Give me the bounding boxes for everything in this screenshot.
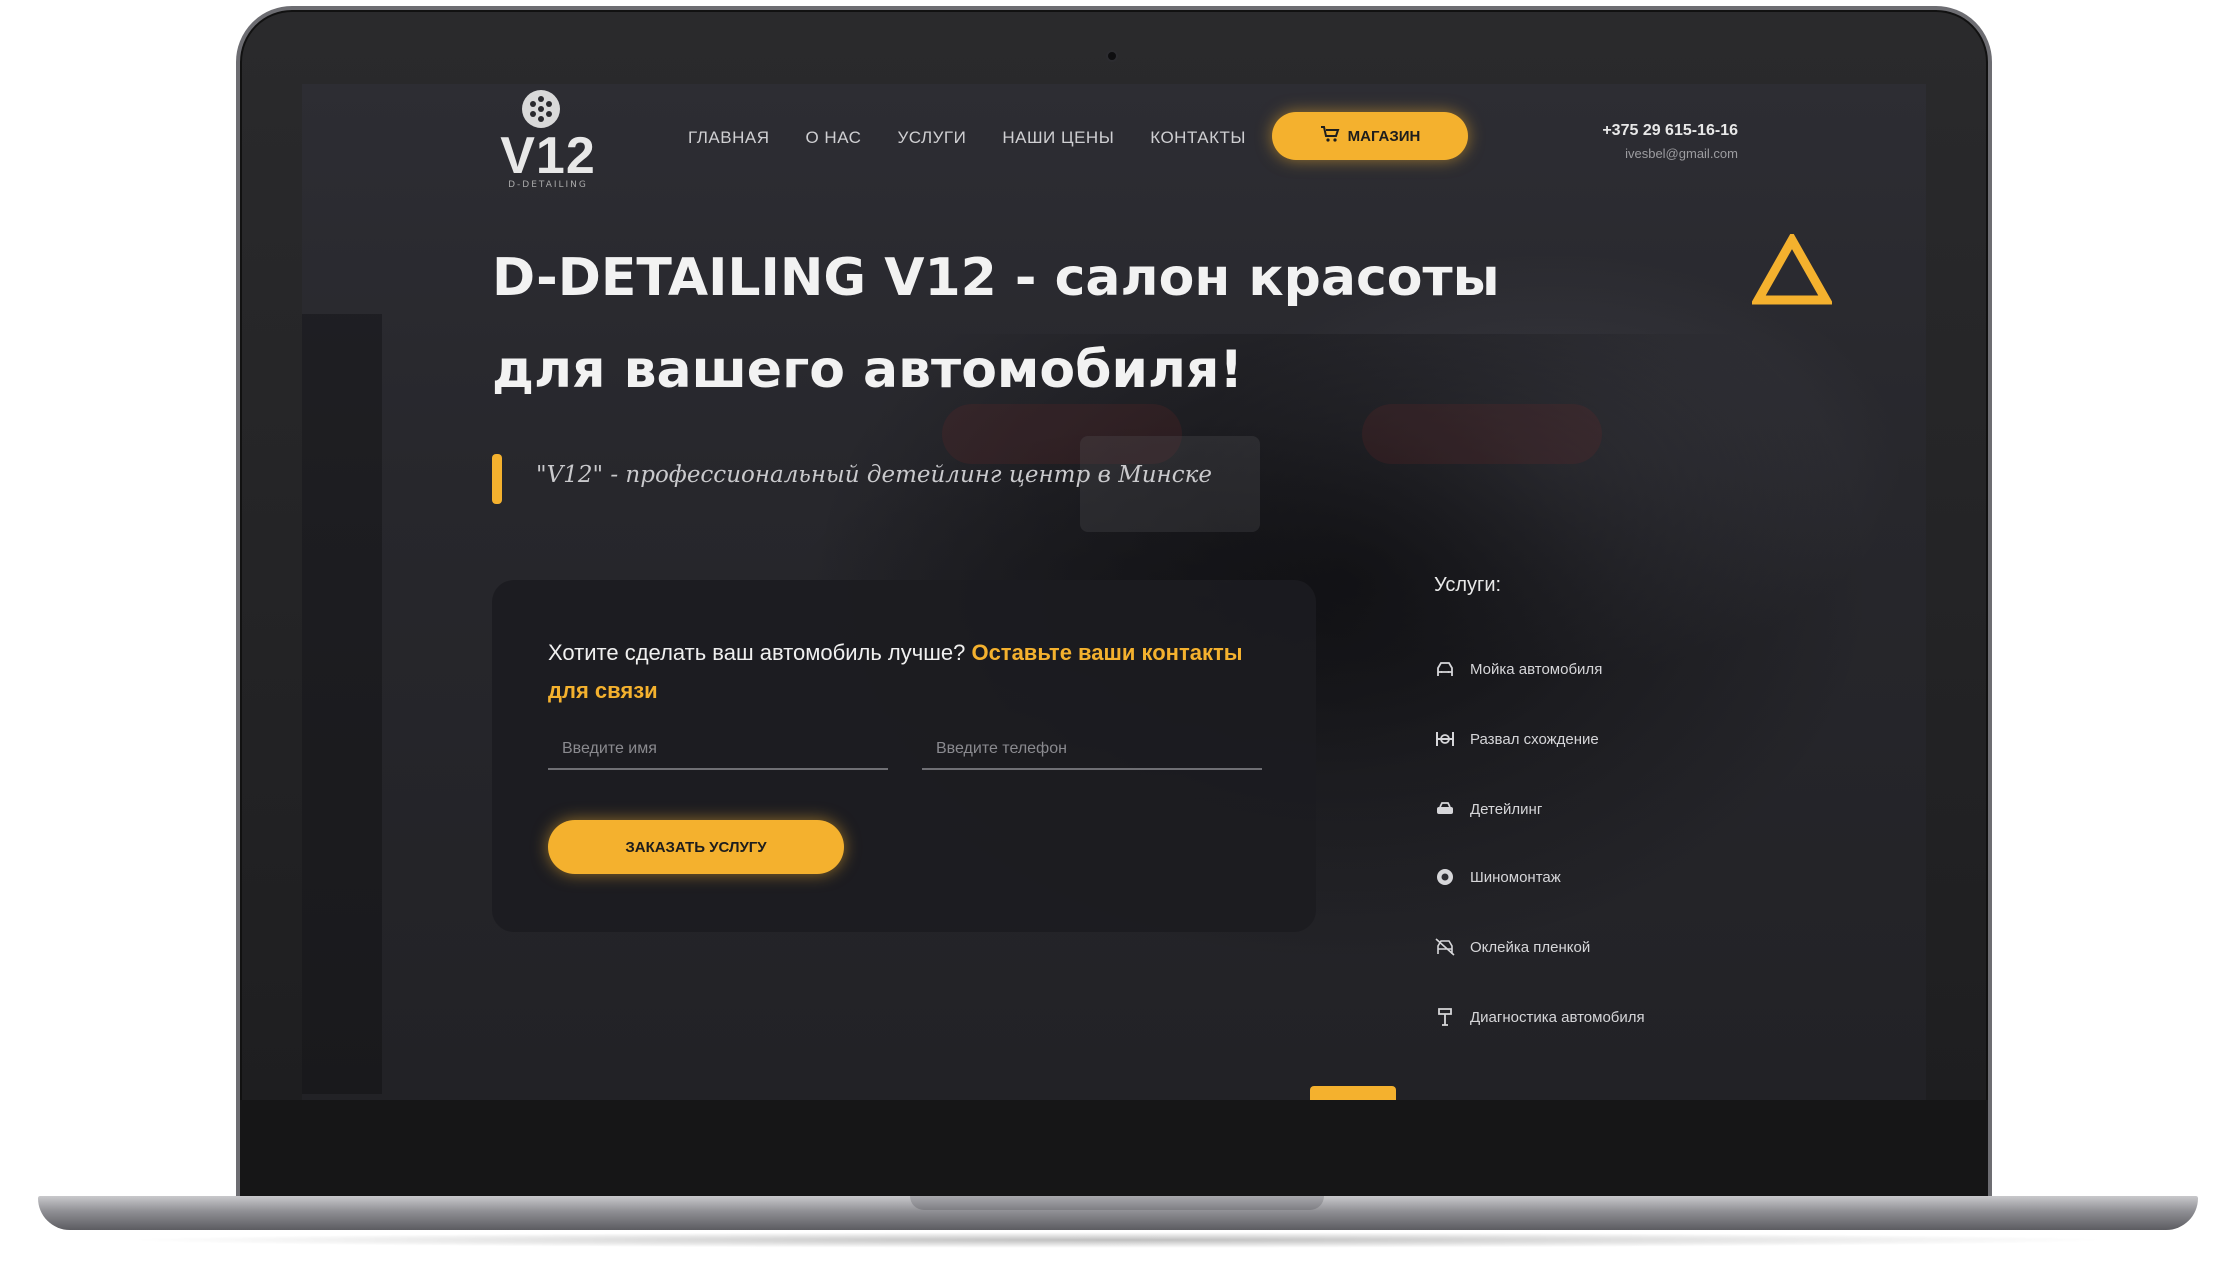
service-item-tire-service[interactable]: Шиномонтаж	[1434, 866, 1561, 888]
wheel-alignment-icon	[1434, 728, 1456, 750]
service-label: Диагностика автомобиля	[1470, 1008, 1645, 1026]
order-service-button[interactable]: ЗАКАЗАТЬ УСЛУГУ	[548, 820, 844, 874]
nav-home[interactable]: ГЛАВНАЯ	[688, 128, 769, 148]
tire-icon	[1434, 866, 1456, 888]
car-icon	[1434, 798, 1456, 820]
film-wrap-icon	[1434, 936, 1456, 958]
service-label: Мойка автомобиля	[1470, 660, 1603, 678]
webcam	[1106, 50, 1118, 62]
name-field	[548, 730, 888, 770]
nav-about[interactable]: О НАС	[805, 128, 861, 148]
logo-emblem-icon	[522, 90, 560, 128]
scroll-down-tab[interactable]	[1310, 1086, 1396, 1100]
nav-services[interactable]: УСЛУГИ	[897, 128, 966, 148]
subtitle-accent-bar	[492, 454, 502, 504]
site-logo[interactable]: V12 D-DETAILING	[488, 90, 608, 190]
name-input[interactable]	[548, 730, 888, 768]
service-item-detailing[interactable]: Детейлинг	[1434, 798, 1542, 820]
email-link[interactable]: ivesbel@gmail.com	[1598, 146, 1738, 161]
form-question: Хотите сделать ваш автомобиль лучше? Ост…	[548, 634, 1248, 710]
hero-title: D-DETAILING V12 - салон красоты для ваше…	[492, 248, 1500, 400]
service-label: Развал схождение	[1470, 730, 1599, 748]
website-screen: V12 D-DETAILING ГЛАВНАЯ О НАС УСЛУГИ НАШ…	[302, 84, 1926, 1100]
laptop-shadow	[120, 1232, 2116, 1248]
cart-icon	[1320, 125, 1340, 147]
shop-button-label: МАГАЗИН	[1347, 127, 1421, 145]
service-label: Оклейка пленкой	[1470, 938, 1591, 956]
shop-button[interactable]: МАГАЗИН	[1272, 112, 1468, 160]
logo-subtitle: D-DETAILING	[508, 180, 588, 190]
logo-text: V12	[500, 127, 596, 185]
diagnostics-icon	[1434, 1006, 1456, 1028]
main-nav: ГЛАВНАЯ О НАС УСЛУГИ НАШИ ЦЕНЫ КОНТАКТЫ	[688, 128, 1282, 148]
phone-input[interactable]	[922, 730, 1262, 768]
contact-form-card: Хотите сделать ваш автомобиль лучше? Ост…	[492, 580, 1316, 932]
background-pillar	[302, 314, 382, 1094]
services-title: Услуги:	[1434, 574, 1502, 596]
laptop-bezel-bottom	[240, 1100, 1988, 1196]
triangle-decoration-icon	[1750, 230, 1834, 306]
phone-link[interactable]: +375 29 615-16-16	[1598, 122, 1738, 140]
laptop-hinge-notch	[910, 1196, 1324, 1210]
service-item-film-wrap[interactable]: Оклейка пленкой	[1434, 936, 1590, 958]
service-item-car-wash[interactable]: Мойка автомобиля	[1434, 658, 1602, 680]
car-wash-icon	[1434, 658, 1456, 680]
service-item-diagnostics[interactable]: Диагностика автомобиля	[1434, 1006, 1645, 1028]
form-question-text: Хотите сделать ваш автомобиль лучше?	[548, 640, 966, 665]
header-contacts: +375 29 615-16-16 ivesbel@gmail.com	[1598, 122, 1738, 161]
phone-field	[922, 730, 1262, 770]
service-label: Шиномонтаж	[1470, 868, 1561, 886]
hero-subtitle: "V12" - профессиональный детейлинг центр…	[536, 462, 1212, 488]
service-label: Детейлинг	[1470, 800, 1543, 818]
nav-prices[interactable]: НАШИ ЦЕНЫ	[1002, 128, 1114, 148]
service-item-alignment[interactable]: Развал схождение	[1434, 728, 1599, 750]
nav-contacts[interactable]: КОНТАКТЫ	[1150, 128, 1246, 148]
